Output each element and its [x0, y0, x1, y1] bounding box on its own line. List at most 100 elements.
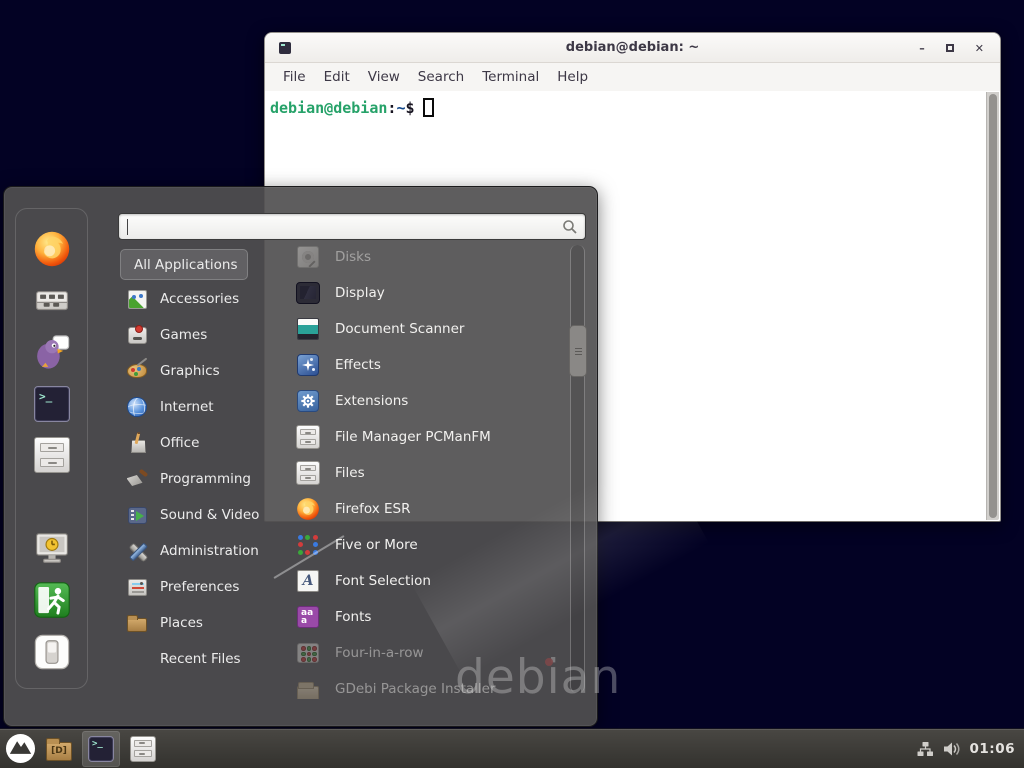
favorites-rail: >_	[15, 208, 88, 689]
menu-view[interactable]: View	[359, 69, 409, 85]
internet-icon	[126, 396, 148, 418]
fonts-icon: aa a	[295, 604, 321, 630]
menu-file[interactable]: File	[274, 69, 315, 85]
five-or-more-icon	[295, 532, 321, 558]
extensions-icon	[295, 388, 321, 414]
category-internet[interactable]: Internet	[120, 389, 280, 425]
prompt-path: ~	[396, 99, 405, 117]
category-games[interactable]: Games	[120, 317, 280, 353]
firefox-icon	[295, 496, 321, 522]
applications-list: Disks Display Document Scanner Effects	[267, 239, 569, 699]
menu-terminal[interactable]: Terminal	[473, 69, 548, 85]
app-four-in-a-row[interactable]: Four-in-a-row	[267, 635, 569, 671]
document-scanner-icon	[295, 316, 321, 342]
office-icon	[126, 432, 148, 454]
file-manager-launcher-fav[interactable]	[32, 435, 72, 475]
places-icon	[126, 612, 148, 634]
lock-screen-button[interactable]	[32, 528, 72, 568]
taskbar: [D] >_ 01:	[0, 728, 1024, 768]
menu-help[interactable]: Help	[548, 69, 597, 85]
terminal-window-title: debian@debian: ~	[265, 33, 1000, 63]
package-manager-icon	[33, 281, 71, 319]
app-pcmanfm[interactable]: File Manager PCManFM	[267, 419, 569, 455]
close-button[interactable]: ✕	[975, 43, 984, 54]
application-menu: >_	[3, 186, 598, 727]
administration-icon	[126, 540, 148, 562]
graphics-icon	[126, 360, 148, 382]
menu-scrollbar-thumb[interactable]	[569, 325, 587, 377]
menu-button[interactable]	[5, 733, 36, 764]
terminal-launcher[interactable]: >_	[82, 731, 120, 767]
app-effects[interactable]: Effects	[267, 347, 569, 383]
minimize-button[interactable]: –	[919, 43, 925, 54]
category-sound-video[interactable]: Sound & Video	[120, 497, 280, 533]
file-cabinet-icon	[130, 736, 156, 762]
category-recent-files[interactable]: Recent Files	[120, 641, 280, 677]
maximize-button[interactable]	[946, 44, 954, 52]
search-input[interactable]	[119, 214, 585, 239]
terminal-scrollbar[interactable]	[986, 92, 999, 520]
programming-icon	[126, 468, 148, 490]
file-cabinet-icon	[34, 437, 70, 473]
package-manager-launcher[interactable]	[32, 280, 72, 320]
shell-prompt: debian@debian:~$	[266, 92, 999, 117]
app-files[interactable]: Files	[267, 455, 569, 491]
gdebi-icon	[295, 676, 321, 699]
network-icon[interactable]	[917, 741, 934, 757]
file-manager-launcher[interactable]	[130, 736, 156, 762]
menu-search-box	[118, 213, 586, 240]
app-disks[interactable]: Disks	[267, 239, 569, 275]
terminal-titlebar[interactable]: debian@debian: ~ – ✕	[265, 33, 1000, 63]
effects-icon	[295, 352, 321, 378]
terminal-menubar: File Edit View Search Terminal Help	[265, 63, 1000, 91]
category-accessories[interactable]: Accessories	[120, 281, 280, 317]
four-in-a-row-icon	[295, 640, 321, 666]
file-cabinet-icon	[295, 424, 321, 450]
volume-icon[interactable]	[943, 741, 961, 757]
app-firefox-esr[interactable]: Firefox ESR	[267, 491, 569, 527]
shutdown-icon	[33, 633, 71, 671]
pidgin-icon	[33, 333, 71, 371]
folder-launcher[interactable]: [D]	[46, 737, 72, 761]
search-icon	[562, 219, 578, 235]
app-five-or-more[interactable]: Five or More	[267, 527, 569, 563]
menu-search[interactable]: Search	[409, 69, 473, 85]
category-administration[interactable]: Administration	[120, 533, 280, 569]
app-font-selection[interactable]: A Font Selection	[267, 563, 569, 599]
terminal-launcher-fav[interactable]: >_	[32, 384, 72, 424]
log-out-button[interactable]	[32, 580, 72, 620]
menu-button-icon	[5, 733, 36, 764]
app-gdebi[interactable]: GDebi Package Installer	[267, 671, 569, 699]
lock-screen-icon	[33, 529, 71, 567]
prompt-user-host: debian@debian	[270, 99, 387, 117]
preferences-icon	[126, 576, 148, 598]
taskbar-launchers: [D] >_	[0, 731, 156, 767]
file-cabinet-icon	[295, 460, 321, 486]
terminal-scrollbar-thumb[interactable]	[989, 94, 997, 518]
taskbar-clock[interactable]: 01:06	[970, 741, 1015, 757]
menu-edit[interactable]: Edit	[315, 69, 359, 85]
app-display[interactable]: Display	[267, 275, 569, 311]
category-all-applications[interactable]: All Applications	[120, 249, 248, 280]
terminal-icon: >_	[34, 386, 70, 422]
firefox-launcher[interactable]	[32, 229, 72, 269]
category-preferences[interactable]: Preferences	[120, 569, 280, 605]
disks-icon	[295, 244, 321, 270]
category-places[interactable]: Places	[120, 605, 280, 641]
accessories-icon	[126, 288, 148, 310]
app-extensions[interactable]: Extensions	[267, 383, 569, 419]
pidgin-launcher[interactable]	[32, 332, 72, 372]
log-out-icon	[33, 581, 71, 619]
folder-icon: [D]	[46, 742, 72, 761]
shutdown-button[interactable]	[32, 632, 72, 672]
category-programming[interactable]: Programming	[120, 461, 280, 497]
app-fonts[interactable]: aa a Fonts	[267, 599, 569, 635]
sound-video-icon	[126, 504, 148, 526]
category-office[interactable]: Office	[120, 425, 280, 461]
categories-list: Accessories Games Graphics Internet Offi…	[120, 281, 280, 677]
font-selection-icon: A	[295, 568, 321, 594]
display-icon	[295, 280, 321, 306]
app-document-scanner[interactable]: Document Scanner	[267, 311, 569, 347]
menu-scrollbar[interactable]	[570, 245, 585, 693]
category-graphics[interactable]: Graphics	[120, 353, 280, 389]
